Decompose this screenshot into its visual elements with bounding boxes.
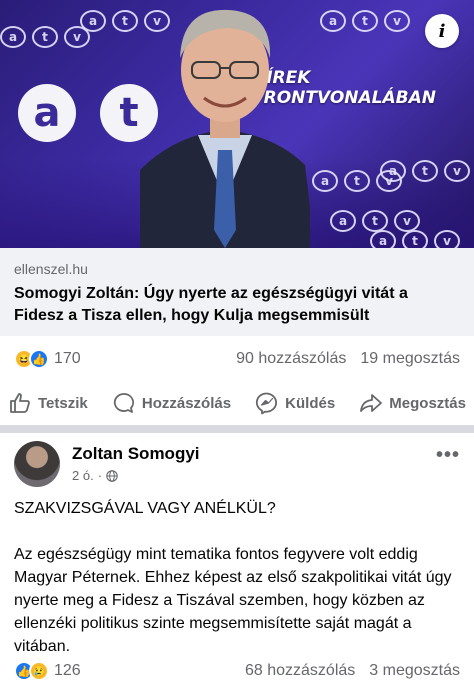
send-button[interactable]: Küldés — [255, 391, 335, 415]
atv-logo-small: a — [370, 230, 396, 248]
atv-logo-small: v — [384, 10, 410, 32]
meta-separator: · — [97, 468, 103, 483]
more-options-icon[interactable]: ••• — [436, 444, 460, 467]
sad-reaction-icon: 😢 — [29, 661, 49, 681]
atv-logo-small: a — [0, 26, 26, 48]
share-icon — [360, 394, 383, 412]
comment-button-label: Hozzászólás — [141, 394, 232, 412]
person-photo — [140, 9, 310, 248]
post-timestamp[interactable]: 2 ó. — [72, 468, 94, 483]
atv-logo-small: t — [344, 170, 370, 192]
messenger-icon — [256, 392, 278, 415]
atv-logo-small: a — [312, 170, 338, 192]
thumbs-up-icon — [10, 393, 30, 413]
atv-logo-small: a — [380, 160, 406, 182]
post-meta: 2 ó. · — [72, 468, 118, 483]
like-reaction-icon: 👍 — [29, 349, 49, 369]
post-text: SZAKVIZSGÁVAL VAGY ANÉLKÜL? Az egészségü… — [14, 497, 464, 658]
globe-icon — [106, 469, 118, 482]
atv-logo-row: a t v — [380, 160, 470, 182]
send-button-label: Küldés — [285, 394, 336, 412]
like-button[interactable]: Tetszik — [8, 391, 88, 415]
share-button[interactable]: Megosztás — [359, 391, 466, 415]
atv-logo-row: a t v — [320, 10, 410, 32]
atv-logo-small: t — [412, 160, 438, 182]
reactions-summary[interactable]: 😆 👍 170 — [14, 349, 81, 369]
link-domain: ellenszel.hu — [14, 261, 88, 277]
share-count[interactable]: 19 megosztás — [360, 350, 460, 368]
avatar[interactable] — [14, 441, 60, 487]
atv-logo-small: t — [112, 10, 138, 32]
atv-logo-small: t — [402, 230, 428, 248]
comment-count[interactable]: 90 hozzászólás — [236, 350, 346, 368]
comment-count[interactable]: 68 hozzászólás — [245, 662, 355, 680]
atv-logo-large: a — [18, 84, 76, 142]
atv-logo-small: a — [80, 10, 106, 32]
section-divider — [0, 425, 474, 433]
info-icon[interactable]: i — [425, 14, 459, 48]
post-paragraph: SZAKVIZSGÁVAL VAGY ANÉLKÜL? — [14, 500, 276, 517]
share-button-label: Megosztás — [389, 394, 466, 412]
atv-logo-small: a — [330, 210, 356, 232]
comment-button[interactable]: Hozzászólás — [112, 391, 231, 415]
like-button-label: Tetszik — [38, 394, 88, 412]
action-bar: Tetszik Hozzászólás Küldés Megosztás — [0, 386, 474, 420]
atv-logo-small: t — [352, 10, 378, 32]
link-preview-meta[interactable]: ellenszel.hu Somogyi Zoltán: Úgy nyerte … — [0, 248, 474, 336]
comment-icon — [113, 393, 134, 413]
atv-logo-small: t — [362, 210, 388, 232]
atv-logo-small: t — [32, 26, 58, 48]
reactions-summary[interactable]: 👍 😢 126 — [14, 661, 81, 681]
atv-logo-row: a t v — [0, 26, 90, 48]
atv-logo-small: v — [434, 230, 460, 248]
post-paragraph: Az egészségügy mint tematika fontos fegy… — [14, 546, 452, 655]
reaction-count: 170 — [54, 350, 81, 367]
share-stats-row: 😆 👍 170 90 hozzászólás 19 megosztás — [14, 347, 460, 371]
link-preview-image[interactable]: a t v a t v a t v a t v a t v a t v a t … — [0, 0, 474, 248]
post-author-name[interactable]: Zoltan Somogyi — [72, 444, 200, 464]
reaction-count: 126 — [54, 662, 81, 679]
post-stats-row: 👍 😢 126 68 hozzászólás 3 megosztás — [14, 659, 460, 683]
link-title[interactable]: Somogyi Zoltán: Úgy nyerte az egészségüg… — [14, 283, 460, 327]
atv-logo-small: a — [320, 10, 346, 32]
atv-logo-small: v — [444, 160, 470, 182]
atv-logo-row: a t v — [330, 210, 420, 232]
share-count[interactable]: 3 megosztás — [369, 662, 460, 680]
atv-logo-row: a t v — [370, 230, 460, 248]
atv-logo-small: v — [394, 210, 420, 232]
